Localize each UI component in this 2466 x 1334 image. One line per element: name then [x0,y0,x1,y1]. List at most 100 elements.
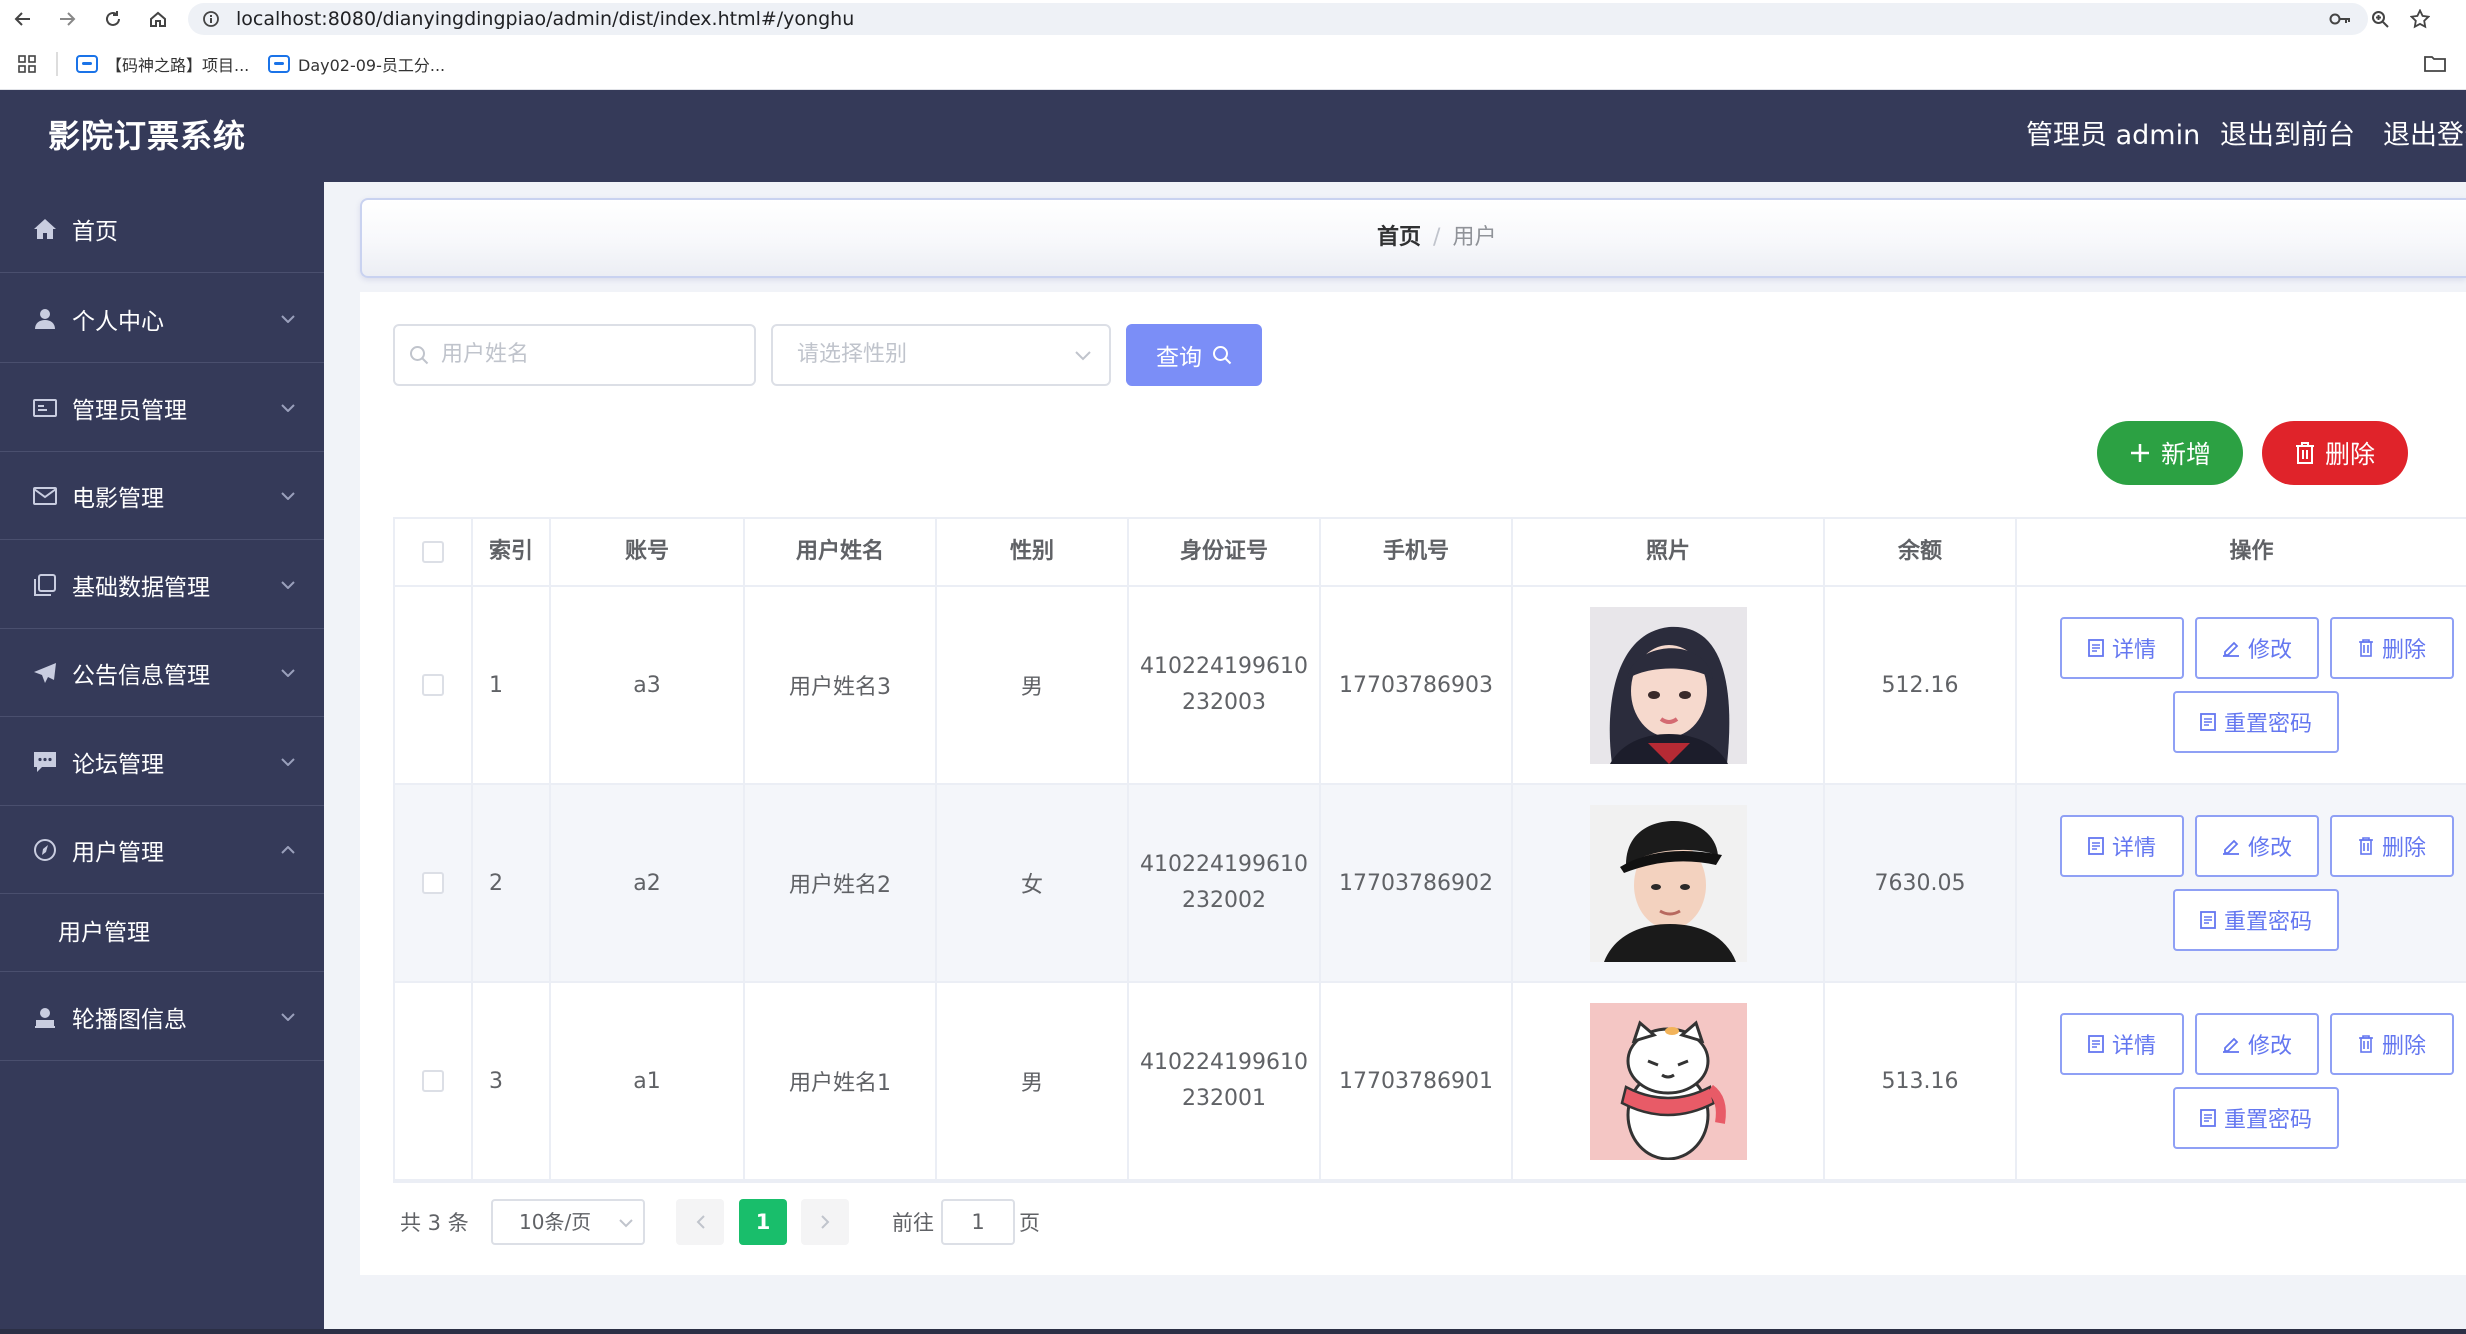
back-arrow-icon[interactable] [8,4,38,34]
reset-password-button[interactable]: 重置密码 [2173,889,2339,951]
select-all-checkbox[interactable] [422,541,444,563]
sidebar-item-notice-management[interactable]: 公告信息管理 [0,629,324,717]
breadcrumb-current: 用户 [1452,225,1497,250]
add-button[interactable]: 新增 [2097,421,2243,485]
chevron-down-icon [619,1219,633,1228]
table-row: 2 a2 用户姓名2 女 410224199610 232002 17703786… [395,785,2466,983]
cell-id-number: 410224199610 232001 [1129,983,1321,1179]
page-size-select[interactable]: 10条/页 [491,1199,645,1245]
trash-icon [2358,1035,2374,1053]
reset-password-button[interactable]: 重置密码 [2173,1087,2339,1149]
delete-button[interactable]: 删除 [2330,617,2454,679]
pagination-total: 共 3 条 [400,1211,469,1235]
row-checkbox[interactable] [422,1070,444,1092]
id-card-icon [32,395,58,421]
chevron-down-icon [280,1009,296,1025]
site-info-icon[interactable] [196,4,226,34]
batch-delete-button[interactable]: 删除 [2262,421,2408,485]
delete-button[interactable]: 删除 [2330,1013,2454,1075]
bookmarks-bar: 【码神之路】项目... Day02-09-员工分... [0,38,2466,90]
app-header: 影院订票系统 管理员 admin 退出到前台 退出登录 [0,90,2466,182]
detail-button[interactable]: 详情 [2060,617,2184,679]
cell-name: 用户姓名2 [745,785,937,981]
row-checkbox[interactable] [422,872,444,894]
star-icon[interactable] [2406,5,2434,33]
sidebar-subitem-user-management[interactable]: 用户管理 [0,894,324,972]
trash-icon [2358,639,2374,657]
delete-button[interactable]: 删除 [2330,815,2454,877]
cell-name: 用户姓名1 [745,983,937,1179]
cell-gender: 男 [937,587,1129,783]
sidebar-item-basic-data-management[interactable]: 基础数据管理 [0,541,324,629]
bookmark-item[interactable]: Day02-09-员工分... [268,51,445,77]
forward-arrow-icon[interactable] [52,4,82,34]
trash-icon [2358,837,2374,855]
edit-button[interactable]: 修改 [2195,1013,2319,1075]
prev-page-button[interactable] [676,1199,724,1245]
goto-page-input[interactable]: 1 [941,1199,1015,1245]
zoom-icon[interactable] [2366,5,2394,33]
table-header: 索引 账号 用户姓名 性别 身份证号 手机号 照片 余额 操作 [395,519,2466,587]
chevron-down-icon [280,577,296,593]
apps-grid-icon[interactable] [18,55,36,73]
sidebar-item-movie-management[interactable]: 电影管理 [0,452,324,540]
chat-icon [32,749,58,775]
edit-button[interactable]: 修改 [2195,617,2319,679]
next-page-button[interactable] [801,1199,849,1245]
user-table: 索引 账号 用户姓名 性别 身份证号 手机号 照片 余额 操作 1 a3 用户姓… [393,517,2466,1183]
column-header-balance: 余额 [1825,519,2017,585]
bookmarks-folder-icon[interactable] [2424,54,2446,72]
compass-icon [32,837,58,863]
edit-button[interactable]: 修改 [2195,815,2319,877]
cell-id-number: 410224199610 232002 [1129,785,1321,981]
detail-button[interactable]: 详情 [2060,815,2184,877]
url-text: localhost:8080/dianyingdingpiao/admin/di… [236,8,855,30]
sidebar-item-user-management[interactable]: 用户管理 [0,806,324,894]
reload-icon[interactable] [98,4,128,34]
gender-select[interactable]: 请选择性别 [771,324,1111,386]
back-to-front-link[interactable]: 退出到前台 [2220,90,2355,182]
home-browser-icon[interactable] [143,4,173,34]
chevron-down-icon [280,311,296,327]
cell-id-number: 410224199610 232003 [1129,587,1321,783]
cell-operations: 详情 修改 删除 重置密码 [2017,983,2466,1179]
admin-label: 管理员 admin [2026,120,2201,151]
chevron-left-icon [696,1215,705,1229]
trash-icon [2295,442,2315,464]
sidebar-item-carousel-info[interactable]: 轮播图信息 [0,973,324,1061]
cell-index: 2 [473,785,551,981]
sidebar-item-profile[interactable]: 个人中心 [0,275,324,363]
cell-photo [1513,587,1825,783]
chevron-down-icon [280,665,296,681]
reset-password-button[interactable]: 重置密码 [2173,691,2339,753]
bookmark-item[interactable]: 【码神之路】项目... [76,51,249,77]
cell-balance: 512.16 [1825,587,2017,783]
column-header-operations: 操作 [2229,539,2274,564]
sidebar-item-admin-management[interactable]: 管理员管理 [0,364,324,452]
browser-toolbar: localhost:8080/dianyingdingpiao/admin/di… [0,0,2466,38]
chevron-right-icon [820,1215,830,1229]
bottom-edge [0,1329,2466,1334]
cell-account: a2 [551,785,745,981]
query-button[interactable]: 查询 [1126,324,1262,386]
cell-phone: 17703786903 [1321,587,1513,783]
cell-account: a3 [551,587,745,783]
row-checkbox[interactable] [422,674,444,696]
chevron-down-icon [280,488,296,504]
select-all-cell [395,519,473,585]
logout-link[interactable]: 退出登录 [2383,90,2466,182]
sidebar-item-forum-management[interactable]: 论坛管理 [0,718,324,806]
avatar-icon [32,1004,58,1030]
sidebar-item-home[interactable]: 首页 [0,185,324,273]
username-placeholder: 用户姓名 [441,342,530,367]
page-number-current[interactable]: 1 [739,1199,787,1245]
detail-button[interactable]: 详情 [2060,1013,2184,1075]
username-search-input[interactable]: 用户姓名 [393,324,756,386]
edit-icon [2222,1035,2240,1053]
document-icon [2088,639,2104,657]
chevron-down-icon [280,400,296,416]
column-header-gender: 性别 [937,519,1129,585]
breadcrumb-home[interactable]: 首页 [1377,225,1421,250]
cell-balance: 513.16 [1825,983,2017,1179]
key-icon[interactable] [2326,5,2354,33]
